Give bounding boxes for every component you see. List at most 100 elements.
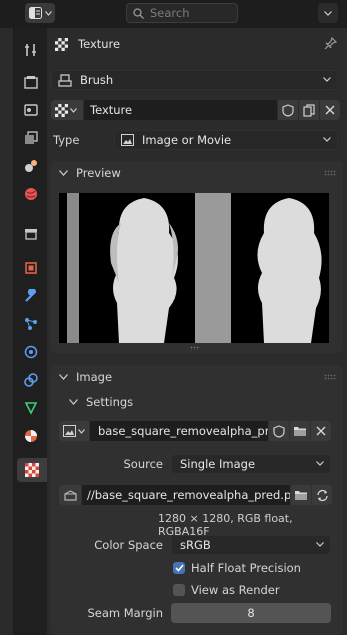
- chevron-down-icon: [70, 107, 77, 113]
- image-fake-user-button[interactable]: [269, 421, 289, 441]
- folder-icon: [295, 490, 307, 500]
- world-icon: [25, 188, 37, 200]
- texture-name-field[interactable]: Texture: [84, 100, 277, 120]
- colorspace-select[interactable]: sRGB: [171, 535, 331, 555]
- brush-select-value: Brush: [80, 73, 114, 87]
- texture-checker-icon: [55, 103, 68, 117]
- seam-margin-value: 8: [247, 606, 255, 620]
- reload-icon: [316, 489, 328, 501]
- preview-panel-title: Preview: [76, 166, 121, 180]
- chevron-down-icon: [323, 137, 331, 142]
- source-value: Single Image: [180, 457, 256, 471]
- image-panel: Image Settings base_square_removealpha_p…: [51, 365, 343, 635]
- tab-particles[interactable]: [18, 312, 44, 336]
- texture-name: Texture: [90, 103, 133, 117]
- editor-type-button[interactable]: [25, 3, 55, 23]
- brush-select[interactable]: Brush: [51, 70, 338, 90]
- properties-editor-icon: [28, 7, 42, 19]
- tab-scene[interactable]: [18, 154, 44, 178]
- pack-image-button[interactable]: [59, 485, 81, 505]
- modifier-icon: [25, 289, 37, 302]
- half-float-checkbox[interactable]: Half Float Precision: [173, 561, 301, 575]
- new-texture-button[interactable]: [299, 100, 319, 120]
- seam-margin-field[interactable]: 8: [171, 603, 331, 623]
- search-icon: [133, 7, 144, 19]
- properties-tabs: [14, 28, 47, 635]
- type-label: Type: [53, 133, 80, 147]
- chevron-down-icon: [59, 374, 68, 380]
- reload-image-button[interactable]: [312, 485, 332, 505]
- object-icon: [25, 262, 37, 274]
- resize-handle[interactable]: [190, 346, 200, 350]
- image-name-field[interactable]: base_square_removealpha_pr...: [90, 421, 268, 441]
- tab-modifier[interactable]: [18, 284, 44, 308]
- unlink-texture-button[interactable]: [320, 100, 340, 120]
- shield-icon: [273, 424, 285, 438]
- tab-data[interactable]: [18, 396, 44, 420]
- texture-browse-button[interactable]: [51, 100, 83, 120]
- tab-render[interactable]: [18, 70, 44, 94]
- view-layer-icon: [25, 131, 38, 144]
- drag-grip-icon[interactable]: [324, 170, 336, 176]
- image-panel-title: Image: [76, 370, 113, 384]
- collection-icon: [25, 229, 37, 240]
- filepath-value: //base_square_removealpha_pred.png: [87, 488, 290, 502]
- chevron-down-icon: [78, 428, 85, 434]
- material-icon: [25, 430, 37, 442]
- drag-grip-icon[interactable]: [324, 374, 336, 380]
- tab-physics[interactable]: [18, 340, 44, 364]
- settings-subpanel-header[interactable]: Settings: [51, 390, 343, 414]
- header-options-button[interactable]: [318, 3, 338, 23]
- tab-view-layer[interactable]: [18, 126, 44, 150]
- particles-icon: [25, 318, 37, 330]
- folder-icon: [294, 426, 306, 436]
- unlink-image-button[interactable]: [311, 421, 331, 441]
- search-placeholder: Search: [150, 6, 190, 20]
- preview-panel: Preview: [51, 161, 343, 353]
- viewport-edge: [0, 28, 14, 635]
- open-image-button[interactable]: [290, 421, 310, 441]
- settings-subpanel-title: Settings: [86, 395, 134, 409]
- scene-icon: [25, 160, 37, 172]
- tab-texture[interactable]: [17, 458, 47, 482]
- tab-collection[interactable]: [18, 222, 44, 246]
- pin-icon[interactable]: [324, 37, 337, 50]
- brush-icon: [58, 73, 72, 87]
- tab-constraints[interactable]: [18, 368, 44, 392]
- figure-silhouette: [110, 198, 178, 343]
- duplicate-icon: [303, 103, 315, 117]
- view-as-render-checkbox[interactable]: View as Render: [173, 583, 280, 597]
- output-icon: [24, 104, 38, 116]
- half-float-label: Half Float Precision: [191, 561, 301, 575]
- image-panel-header[interactable]: Image: [51, 365, 343, 389]
- browse-file-button[interactable]: [291, 485, 311, 505]
- filepath-field[interactable]: //base_square_removealpha_pred.png: [82, 485, 290, 505]
- source-select[interactable]: Single Image: [171, 454, 331, 474]
- checkbox-unchecked[interactable]: [173, 584, 185, 596]
- texture-checker-icon: [55, 37, 68, 51]
- view-as-render-label: View as Render: [191, 583, 280, 597]
- close-icon: [325, 105, 335, 115]
- tab-material[interactable]: [18, 424, 44, 448]
- search-input[interactable]: Search: [126, 3, 238, 23]
- texture-icon: [25, 463, 39, 477]
- chevron-down-icon: [323, 77, 331, 82]
- image-icon: [63, 425, 76, 437]
- checkbox-checked[interactable]: [173, 562, 185, 574]
- type-select[interactable]: Image or Movie: [114, 130, 338, 150]
- image-browse-button[interactable]: [59, 421, 89, 441]
- tab-output[interactable]: [18, 98, 44, 122]
- fake-user-button[interactable]: [278, 100, 298, 120]
- chevron-down-icon: [69, 399, 78, 405]
- page-title: Texture: [78, 37, 121, 51]
- render-icon: [24, 76, 38, 89]
- colorspace-value: sRGB: [180, 538, 211, 552]
- physics-icon: [24, 345, 38, 359]
- properties-content: Texture Brush Texture Type Image or Movi…: [47, 28, 347, 635]
- tab-object[interactable]: [18, 256, 44, 280]
- preview-panel-header[interactable]: Preview: [51, 161, 343, 185]
- tab-tool[interactable]: [18, 38, 44, 62]
- tab-world[interactable]: [18, 182, 44, 206]
- figure-silhouette-repeat: [257, 198, 322, 343]
- tool-icon: [25, 44, 36, 56]
